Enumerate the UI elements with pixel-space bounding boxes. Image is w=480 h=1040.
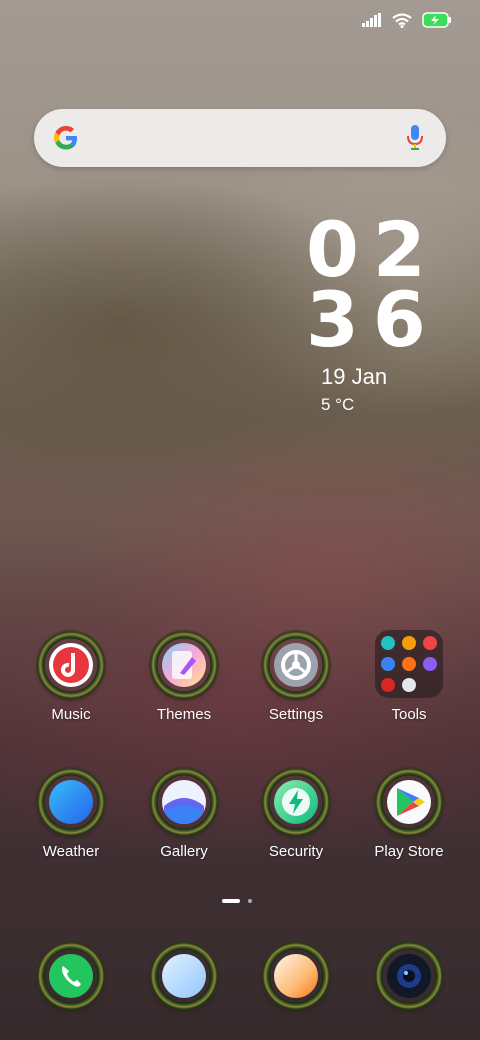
page-indicator: [222, 899, 252, 903]
themes-icon: [162, 643, 206, 687]
app-label: Settings: [268, 706, 324, 723]
wifi-icon: [392, 12, 412, 28]
folder-tools[interactable]: Tools: [359, 630, 459, 723]
messages-icon: [162, 954, 206, 998]
settings-icon: [274, 643, 318, 687]
app-label: Play Store: [374, 843, 444, 860]
camera-icon: [387, 954, 431, 998]
dock-browser[interactable]: [246, 943, 346, 1009]
signal-icon: [362, 13, 381, 27]
app-security[interactable]: Security: [246, 769, 346, 860]
app-play-store[interactable]: Play Store: [359, 769, 459, 860]
app-label: Weather: [42, 843, 100, 860]
weather-icon: [49, 780, 93, 824]
app-label: Tools: [391, 706, 427, 723]
app-gallery[interactable]: Gallery: [134, 769, 234, 860]
dock-phone[interactable]: [21, 943, 121, 1009]
app-label: Music: [51, 706, 91, 723]
status-bar: [362, 12, 452, 28]
dock-camera[interactable]: [359, 943, 459, 1009]
phone-icon: [49, 954, 93, 998]
security-icon: [274, 780, 318, 824]
weather-temperature: 5 °C: [321, 395, 355, 414]
page-dot: [248, 899, 252, 903]
gallery-icon: [162, 780, 206, 824]
clock-date: 19 Jan: [321, 364, 388, 389]
app-settings[interactable]: Settings: [246, 632, 346, 723]
page-dot-active: [222, 899, 240, 903]
app-label: Themes: [156, 706, 212, 723]
battery-charging-icon: [422, 12, 451, 28]
google-logo-icon: [54, 126, 77, 150]
clock-minutes[interactable]: 36: [306, 282, 466, 358]
app-label: Security: [268, 843, 324, 860]
app-music[interactable]: Music: [21, 632, 121, 723]
play-store-icon: [387, 780, 431, 824]
app-weather[interactable]: Weather: [21, 769, 121, 860]
music-icon: [49, 643, 93, 687]
google-search-bar[interactable]: [34, 109, 446, 167]
dock-messages[interactable]: [134, 943, 234, 1009]
app-label: Gallery: [160, 843, 208, 860]
browser-icon: [274, 954, 318, 998]
microphone-icon[interactable]: [406, 124, 424, 152]
tools-folder-icon: [375, 630, 443, 698]
app-themes[interactable]: Themes: [134, 632, 234, 723]
